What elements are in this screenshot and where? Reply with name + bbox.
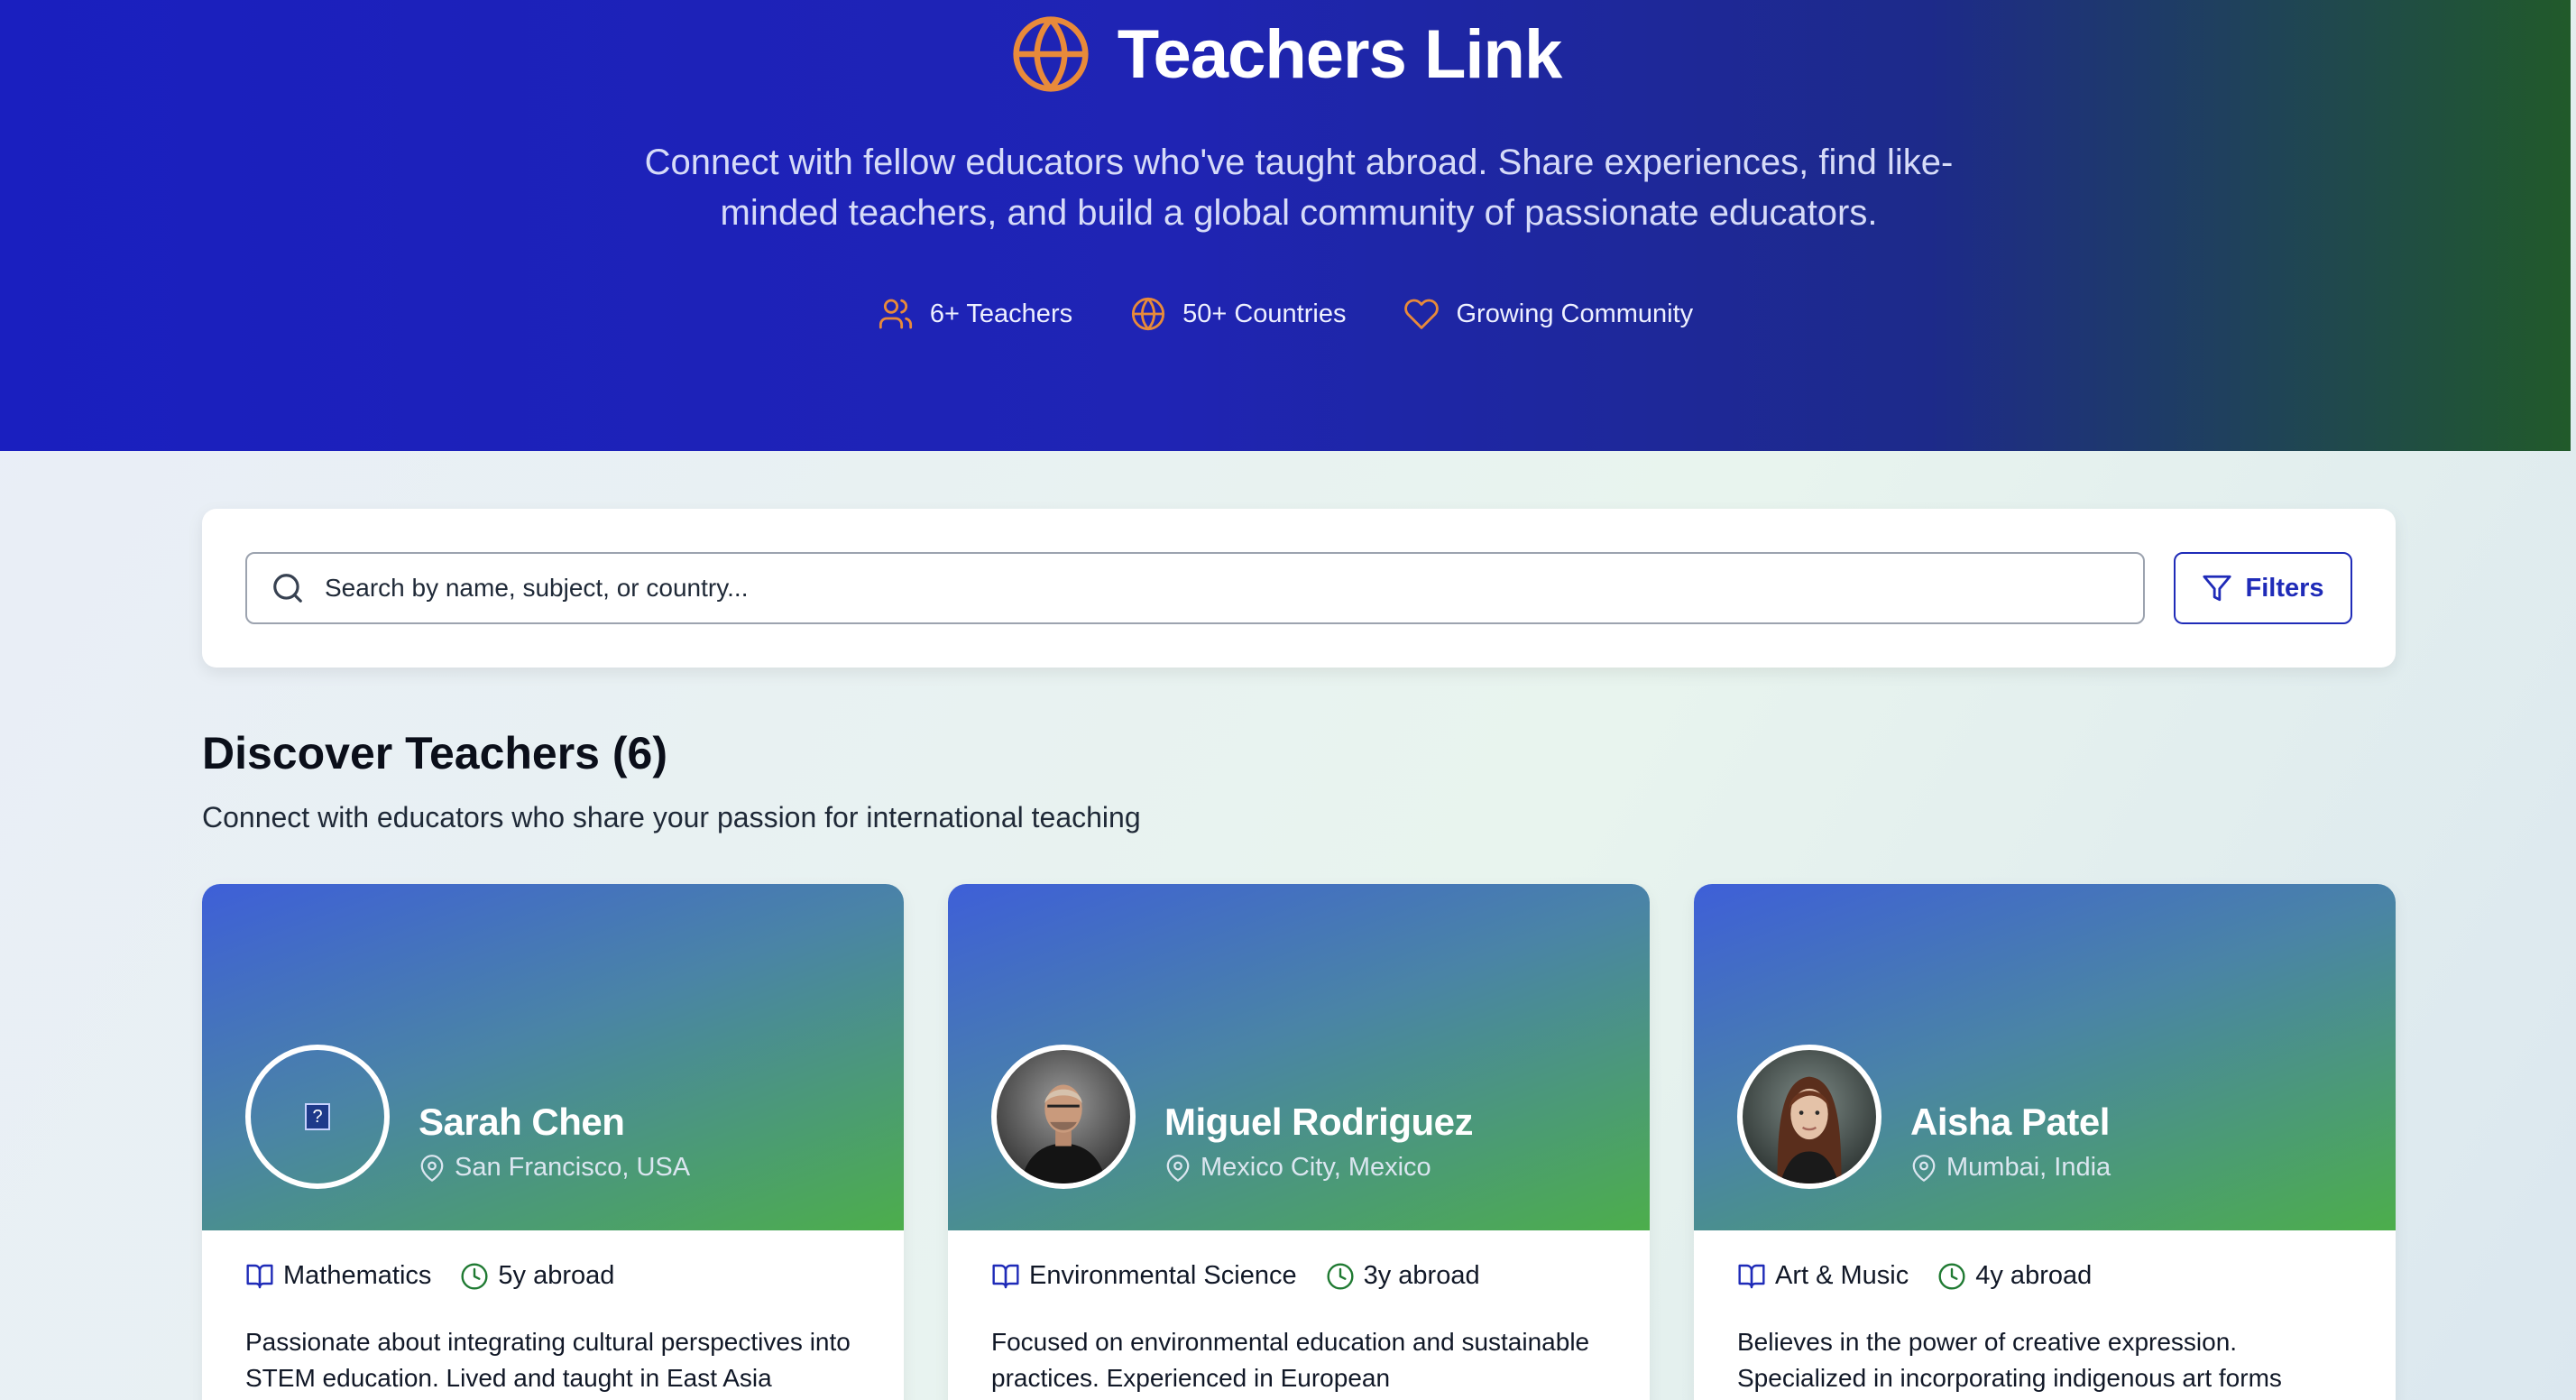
book-icon <box>246 1264 273 1288</box>
location-text: Mexico City, Mexico <box>1201 1153 1431 1182</box>
section-subtitle: Connect with educators who share your pa… <box>202 801 1141 834</box>
map-pin-icon <box>1912 1154 1936 1182</box>
clock-icon <box>1938 1262 1965 1290</box>
stat-label: 50+ Countries <box>1182 299 1347 328</box>
globe-logo-icon <box>1009 13 1092 96</box>
stat-label: Growing Community <box>1456 299 1694 328</box>
teacher-bio: Passionate about integrating cultural pe… <box>245 1328 851 1392</box>
teacher-location: Mexico City, Mexico <box>1164 1153 1431 1183</box>
location-text: San Francisco, USA <box>455 1153 691 1182</box>
teacher-card[interactable]: Aisha Patel Mumbai, India Art & Music 4y… <box>1694 884 2396 1400</box>
teacher-location: Mumbai, India <box>1910 1153 2111 1183</box>
subject: Environmental Science <box>991 1261 1297 1291</box>
teacher-name: Aisha Patel <box>1910 1101 2110 1143</box>
globe-icon <box>1132 297 1165 331</box>
subject: Art & Music <box>1737 1261 1909 1291</box>
teacher-card[interactable]: ? Sarah Chen San Francisco, USA Mathemat… <box>202 884 904 1400</box>
search-panel: Filters <box>202 509 2396 668</box>
hero-banner: Teachers Link Connect with fellow educat… <box>0 0 2571 451</box>
stat-teachers: 6+ Teachers <box>878 296 1072 332</box>
hero-subtitle: Connect with fellow educators who've tau… <box>644 143 1954 233</box>
page: Teachers Link Connect with fellow educat… <box>0 0 2576 1400</box>
users-icon <box>879 299 912 329</box>
years-abroad-text: 4y abroad <box>1975 1261 2093 1290</box>
years-abroad: 4y abroad <box>1937 1261 2092 1291</box>
stat-community: Growing Community <box>1403 296 1693 332</box>
card-meta: Environmental Science 3y abroad <box>991 1261 1480 1291</box>
avatar <box>991 1045 1136 1189</box>
teacher-name: Miguel Rodriguez <box>1164 1101 1474 1143</box>
filters-button[interactable]: Filters <box>2174 552 2352 624</box>
location-text: Mumbai, India <box>1946 1153 2111 1182</box>
hero-title-row: Teachers Link <box>0 13 2571 96</box>
avatar-photo <box>1743 1050 1876 1184</box>
teacher-name: Sarah Chen <box>419 1101 625 1143</box>
filter-icon <box>2203 575 2232 602</box>
subject: Mathematics <box>245 1261 431 1291</box>
app-title: Teachers Link <box>1117 15 1562 93</box>
years-abroad: 3y abroad <box>1326 1261 1480 1291</box>
clock-icon <box>1327 1262 1354 1290</box>
years-abroad: 5y abroad <box>460 1261 614 1291</box>
hero-stats: 6+ Teachers 50+ Countries Growing Commun… <box>0 296 2571 332</box>
teacher-bio: Focused on environmental education and s… <box>991 1328 1590 1392</box>
search-input[interactable] <box>325 574 2038 603</box>
book-icon <box>992 1264 1019 1288</box>
avatar: ? <box>245 1045 390 1189</box>
section-title: Discover Teachers (6) <box>202 728 667 778</box>
clock-icon <box>461 1262 488 1290</box>
teacher-location: San Francisco, USA <box>419 1153 690 1183</box>
avatar-photo <box>997 1050 1130 1184</box>
heart-icon <box>1404 299 1440 329</box>
years-abroad-text: 5y abroad <box>498 1261 615 1290</box>
search-box[interactable] <box>245 552 2145 624</box>
book-icon <box>1738 1264 1765 1288</box>
card-banner: Miguel Rodriguez Mexico City, Mexico <box>948 884 1650 1230</box>
broken-image-icon: ? <box>305 1103 330 1130</box>
subject-text: Environmental Science <box>1029 1261 1297 1290</box>
avatar <box>1737 1045 1881 1189</box>
card-meta: Mathematics 5y abroad <box>245 1261 614 1291</box>
search-icon <box>273 574 302 603</box>
stat-countries: 50+ Countries <box>1130 296 1346 332</box>
subject-text: Art & Music <box>1775 1261 1909 1290</box>
teacher-card[interactable]: Miguel Rodriguez Mexico City, Mexico Env… <box>948 884 1650 1400</box>
years-abroad-text: 3y abroad <box>1363 1261 1480 1290</box>
map-pin-icon <box>420 1154 444 1182</box>
stat-label: 6+ Teachers <box>929 299 1073 328</box>
card-banner: Aisha Patel Mumbai, India <box>1694 884 2396 1230</box>
map-pin-icon <box>1166 1154 1190 1182</box>
filters-label: Filters <box>2245 573 2324 603</box>
card-banner: ? Sarah Chen San Francisco, USA <box>202 884 904 1230</box>
teacher-bio: Believes in the power of creative expres… <box>1737 1328 2282 1392</box>
subject-text: Mathematics <box>283 1261 432 1290</box>
card-meta: Art & Music 4y abroad <box>1737 1261 2092 1291</box>
